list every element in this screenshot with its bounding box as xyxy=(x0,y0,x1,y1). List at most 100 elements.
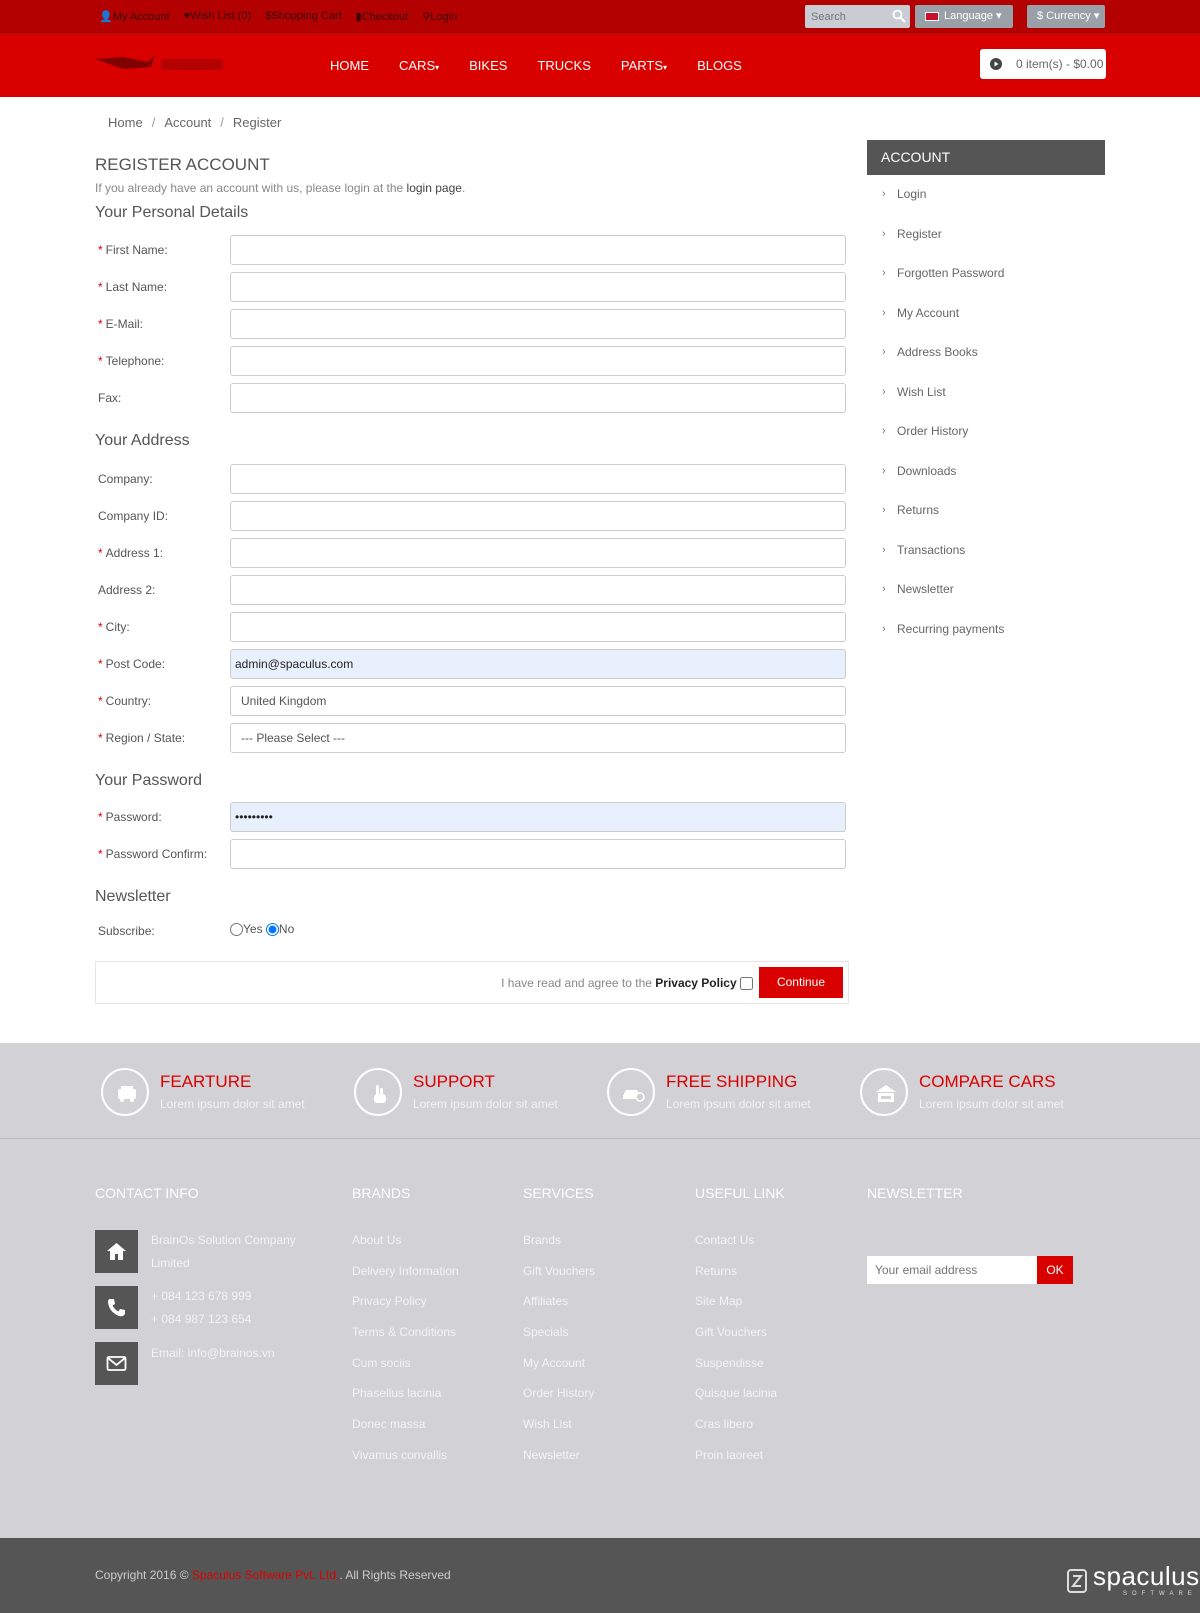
cart-button[interactable]: 0 item(s) - $0.00 xyxy=(980,49,1106,79)
address1-label: * Address 1: xyxy=(98,546,163,560)
services-heading: SERVICES xyxy=(523,1185,594,1201)
footer-useful-link[interactable]: Returns xyxy=(695,1264,777,1295)
sidebar-item-my-account[interactable]: › My Account xyxy=(867,294,1105,334)
checkout-link[interactable]: ▮Checkout xyxy=(356,10,409,23)
footer-service-link[interactable]: Gift Vouchers xyxy=(523,1264,595,1295)
envelope-icon xyxy=(106,1356,127,1371)
postcode-input[interactable] xyxy=(230,649,846,679)
site-logo[interactable] xyxy=(93,53,228,75)
hand-icon xyxy=(374,1085,386,1103)
chevron-right-icon: › xyxy=(882,543,886,556)
telephone-input[interactable] xyxy=(230,346,846,376)
footer-brand-link[interactable]: Terms & Conditions xyxy=(352,1325,459,1356)
footer-useful-link[interactable]: Quisque lacinia xyxy=(695,1386,777,1417)
my-account-link[interactable]: 👤My Account xyxy=(99,10,170,23)
login-link[interactable]: ⚲Login xyxy=(422,10,457,23)
sidebar-item-order-history[interactable]: › Order History xyxy=(867,412,1105,452)
last-name-row: * Last Name: xyxy=(95,272,846,302)
breadcrumb-home[interactable]: Home xyxy=(108,115,143,130)
sidebar-item-downloads[interactable]: › Downloads xyxy=(867,452,1105,492)
nav-trucks[interactable]: TRUCKS xyxy=(537,58,590,73)
footer-service-link[interactable]: My Account xyxy=(523,1356,595,1387)
footer-service-link[interactable]: Brands xyxy=(523,1233,595,1264)
footer-brand-link[interactable]: About Us xyxy=(352,1233,459,1264)
chevron-right-icon: › xyxy=(882,385,886,398)
privacy-policy-link[interactable]: Privacy Policy xyxy=(655,976,736,990)
country-label: * Country: xyxy=(98,694,151,708)
company-link[interactable]: Spaculus Software Pvt. Ltd. xyxy=(192,1568,339,1582)
address1-input[interactable] xyxy=(230,538,846,568)
country-select[interactable]: United Kingdom xyxy=(230,686,846,716)
city-input[interactable] xyxy=(230,612,846,642)
sidebar-item-register[interactable]: › Register xyxy=(867,215,1105,255)
search-icon[interactable] xyxy=(892,9,906,23)
sidebar-item-label: Login xyxy=(897,187,927,201)
fax-label: Fax: xyxy=(98,391,122,405)
sidebar-item-forgotten-password[interactable]: › Forgotten Password xyxy=(867,254,1105,294)
wish-list-link[interactable]: ♥Wish List (0) xyxy=(184,10,252,23)
nav-bikes[interactable]: BIKES xyxy=(469,58,507,73)
company-id-input[interactable] xyxy=(230,501,846,531)
fax-input[interactable] xyxy=(230,383,846,413)
sidebar-item-returns[interactable]: › Returns xyxy=(867,491,1105,531)
newsletter-email-input[interactable] xyxy=(867,1256,1037,1284)
breadcrumb-account[interactable]: Account xyxy=(164,115,211,130)
required-marker: * xyxy=(98,694,103,708)
agree-checkbox[interactable] xyxy=(740,977,753,991)
newsletter-ok-button[interactable]: OK xyxy=(1037,1256,1073,1284)
password-input[interactable] xyxy=(230,802,846,832)
password-confirm-input[interactable] xyxy=(230,839,846,869)
footer-useful-link[interactable]: Contact Us xyxy=(695,1233,777,1264)
continue-button[interactable]: Continue xyxy=(759,967,843,998)
fax-row: Fax: xyxy=(95,383,846,413)
copyright: Copyright 2016 © Spaculus Software Pvt. … xyxy=(95,1568,451,1582)
footer-brand-link[interactable]: Delivery Information xyxy=(352,1264,459,1295)
shopping-cart-link[interactable]: $Shopping Cart xyxy=(265,10,341,23)
nav-home[interactable]: HOME xyxy=(330,58,369,73)
search-input[interactable] xyxy=(805,5,885,28)
sidebar-item-wish-list[interactable]: › Wish List xyxy=(867,373,1105,413)
sidebar-item-label: Address Books xyxy=(897,345,978,359)
language-dropdown[interactable]: Language ▾ xyxy=(915,5,1013,28)
nav-parts[interactable]: PARTS▾ xyxy=(621,58,667,73)
address2-input[interactable] xyxy=(230,575,846,605)
breadcrumb-register[interactable]: Register xyxy=(233,115,281,130)
footer-service-link[interactable]: Newsletter xyxy=(523,1448,595,1479)
feature-subtitle: Lorem ipsum dolor sit amet xyxy=(160,1097,305,1111)
footer-useful-link[interactable]: Cras libero xyxy=(695,1417,777,1448)
first-name-input[interactable] xyxy=(230,235,846,265)
subscribe-yes-radio[interactable] xyxy=(230,923,243,937)
sidebar-item-newsletter[interactable]: › Newsletter xyxy=(867,570,1105,610)
footer-useful-link[interactable]: Suspendisse xyxy=(695,1356,777,1387)
sidebar-item-transactions[interactable]: › Transactions xyxy=(867,531,1105,571)
subscribe-no-radio[interactable] xyxy=(265,923,279,937)
footer-service-link[interactable]: Order History xyxy=(523,1386,595,1417)
currency-dropdown[interactable]: $ Currency ▾ xyxy=(1027,5,1105,28)
sidebar-item-label: Order History xyxy=(897,424,969,438)
required-marker: * xyxy=(98,280,103,294)
email-input[interactable] xyxy=(230,309,846,339)
last-name-input[interactable] xyxy=(230,272,846,302)
footer-service-link[interactable]: Affiliates xyxy=(523,1294,595,1325)
footer-brand-link[interactable]: Cum sociis xyxy=(352,1356,459,1387)
footer-service-link[interactable]: Wish List xyxy=(523,1417,595,1448)
company-id-label: Company ID: xyxy=(98,509,169,523)
sidebar-item-label: Forgotten Password xyxy=(897,266,1005,280)
nav-blogs[interactable]: BLOGS xyxy=(697,58,742,73)
login-page-link[interactable]: login page xyxy=(407,181,462,195)
sidebar-item-address-books[interactable]: › Address Books xyxy=(867,333,1105,373)
sidebar-item-recurring-payments[interactable]: › Recurring payments xyxy=(867,610,1105,650)
footer-useful-link[interactable]: Proin laoreet xyxy=(695,1448,777,1479)
footer-brand-link[interactable]: Phasellus lacinia xyxy=(352,1386,459,1417)
footer-brand-link[interactable]: Privacy Policy xyxy=(352,1294,459,1325)
footer-brand-link[interactable]: Vivamus convallis xyxy=(352,1448,459,1479)
sidebar-item-login[interactable]: › Login xyxy=(867,175,1105,215)
region-select[interactable]: --- Please Select --- xyxy=(230,723,846,753)
footer-useful-link[interactable]: Gift Vouchers xyxy=(695,1325,777,1356)
nav-cars[interactable]: CARS▾ xyxy=(399,58,439,73)
password-confirm-text: Password Confirm: xyxy=(105,847,208,861)
footer-useful-link[interactable]: Site Map xyxy=(695,1294,777,1325)
footer-brand-link[interactable]: Donec massa xyxy=(352,1417,459,1448)
footer-service-link[interactable]: Specials xyxy=(523,1325,595,1356)
company-input[interactable] xyxy=(230,464,846,494)
